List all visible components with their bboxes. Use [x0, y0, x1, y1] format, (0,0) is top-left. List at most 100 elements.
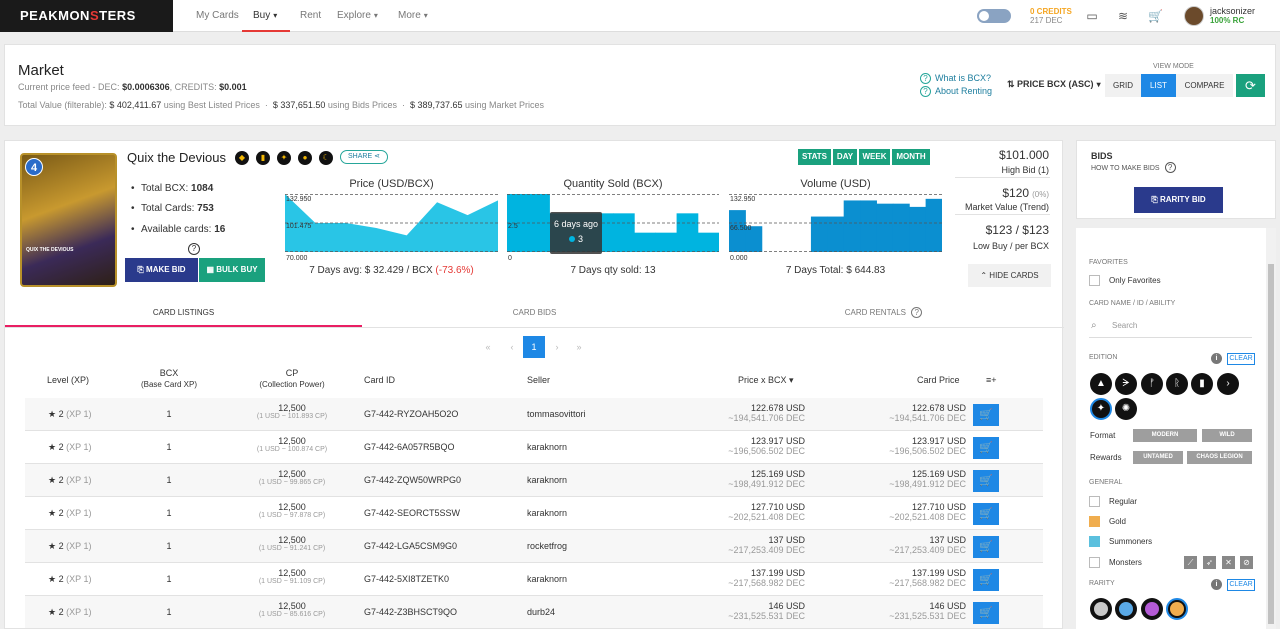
column-menu-icon[interactable]: ≡+: [986, 374, 997, 386]
card-id-cell[interactable]: G7-442-Z3BHSCT9QO: [364, 607, 457, 617]
edition-chaos-icon[interactable]: ✦: [1090, 398, 1112, 420]
page-first[interactable]: «: [477, 336, 499, 358]
buy-cart-button[interactable]: 🛒: [973, 602, 999, 624]
format-modern-button[interactable]: MODERN: [1133, 429, 1197, 442]
cart-icon[interactable]: 🛒: [1148, 9, 1163, 23]
rarity-bid-button[interactable]: ⎘ RARITY BID: [1134, 187, 1223, 213]
table-row[interactable]: ★ 2 (XP 1) 1 12,500 (1 USD ~ 99.865 CP) G7-4…: [25, 464, 1043, 497]
tf-stats-button[interactable]: STATS: [798, 149, 831, 165]
rarity-clear-button[interactable]: CLEAR: [1227, 579, 1255, 591]
only-favorites-checkbox[interactable]: [1089, 275, 1100, 286]
col-cp[interactable]: CP (Collection Power): [247, 367, 337, 391]
what-is-bcx-link[interactable]: ? What is BCX?: [920, 73, 991, 84]
attack-magic-icon[interactable]: ✕: [1222, 556, 1235, 569]
buy-cart-button[interactable]: 🛒: [973, 536, 999, 558]
gold-checkbox[interactable]: [1089, 516, 1100, 527]
tab-card-listings[interactable]: CARD LISTINGS: [5, 299, 362, 327]
seller-cell[interactable]: karaknorn: [527, 475, 567, 485]
theme-toggle[interactable]: [977, 9, 1011, 23]
nav-my-cards[interactable]: My Cards: [196, 0, 239, 32]
tab-card-bids[interactable]: CARD BIDS: [362, 299, 707, 327]
refresh-button[interactable]: ⟳: [1236, 74, 1265, 97]
card-id-cell[interactable]: G7-442-6A057R5BQO: [364, 442, 455, 452]
monsters-checkbox[interactable]: [1089, 557, 1100, 568]
rarity-rare-icon[interactable]: [1115, 598, 1137, 620]
card-id-cell[interactable]: G7-442-ZQW50WRPG0: [364, 475, 461, 485]
info-icon[interactable]: i: [1211, 353, 1222, 364]
rarity-common-icon[interactable]: [1090, 598, 1112, 620]
col-level[interactable]: Level (XP): [47, 374, 89, 386]
card-id-cell[interactable]: G7-442-RYZOAH5O2O: [364, 409, 458, 419]
tf-month-button[interactable]: MONTH: [892, 149, 930, 165]
nav-buy[interactable]: Buy ▾: [242, 0, 290, 32]
col-bcx[interactable]: BCX (Base Card XP): [129, 367, 209, 391]
edition-beta-icon[interactable]: ᗒ: [1115, 373, 1137, 395]
col-card-price[interactable]: Card Price: [917, 374, 960, 386]
table-row[interactable]: ★ 2 (XP 1) 1 12,500 (1 USD ~ 100.874 CP) G7-…: [25, 431, 1043, 464]
card-image[interactable]: 4 QUIX THE DEVIOUS: [20, 153, 117, 287]
page-last[interactable]: »: [568, 336, 590, 358]
how-to-bids-link[interactable]: HOW TO MAKE BIDS ?: [1091, 162, 1180, 173]
layers-icon[interactable]: ≋: [1116, 9, 1130, 23]
seller-cell[interactable]: tommasovittori: [527, 409, 586, 419]
buy-cart-button[interactable]: 🛒: [973, 404, 999, 426]
info-icon[interactable]: i: [1211, 579, 1222, 590]
page-1[interactable]: 1: [523, 336, 545, 358]
edition-clear-button[interactable]: CLEAR: [1227, 353, 1255, 365]
edition-alpha-icon[interactable]: ▲: [1090, 373, 1112, 395]
buy-cart-button[interactable]: 🛒: [973, 503, 999, 525]
view-compare-button[interactable]: COMPARE: [1176, 74, 1233, 97]
rewards-chaos-button[interactable]: CHAOS LEGION: [1187, 451, 1252, 464]
table-row[interactable]: ★ 2 (XP 1) 1 12,500 (1 USD ~ 91.109 CP) G7-4…: [25, 563, 1043, 596]
regular-checkbox[interactable]: [1089, 496, 1100, 507]
card-id-cell[interactable]: G7-442-LGA5CSM9G0: [364, 541, 457, 551]
view-list-button[interactable]: LIST: [1141, 74, 1176, 97]
table-row[interactable]: ★ 2 (XP 1) 1 12,500 (1 USD ~ 97.878 CP) G7-4…: [25, 497, 1043, 530]
rarity-epic-icon[interactable]: [1141, 598, 1163, 620]
page-next[interactable]: ›: [546, 336, 568, 358]
seller-cell[interactable]: karaknorn: [527, 442, 567, 452]
seller-cell[interactable]: durb24: [527, 607, 555, 617]
about-renting-link[interactable]: ? About Renting: [920, 86, 992, 97]
buy-cart-button[interactable]: 🛒: [973, 569, 999, 591]
buy-cart-button[interactable]: 🛒: [973, 470, 999, 492]
hide-cards-button[interactable]: ⌃ HIDE CARDS: [968, 264, 1051, 287]
tf-day-button[interactable]: DAY: [833, 149, 857, 165]
table-row[interactable]: ★ 2 (XP 1) 1 12,500 (1 USD ~ 85.616 CP) G7-4…: [25, 596, 1043, 629]
view-grid-button[interactable]: GRID: [1105, 74, 1141, 97]
edition-promo-icon[interactable]: ᚠ: [1141, 373, 1163, 395]
nav-explore[interactable]: Explore ▾: [337, 0, 378, 32]
tf-week-button[interactable]: WEEK: [859, 149, 890, 165]
logo[interactable]: PEAKMONSTERS: [0, 0, 173, 32]
table-row[interactable]: ★ 2 (XP 1) 1 12,500 (1 USD ~ 91.241 CP) G7-4…: [25, 530, 1043, 563]
no-attack-icon[interactable]: ⊘: [1240, 556, 1253, 569]
format-wild-button[interactable]: WILD: [1202, 429, 1252, 442]
table-row[interactable]: ★ 2 (XP 1) 1 12,500 (1 USD ~ 101.893 CP) G7-…: [25, 398, 1043, 431]
help-icon[interactable]: ?: [188, 243, 200, 255]
seller-cell[interactable]: karaknorn: [527, 508, 567, 518]
card-id-cell[interactable]: G7-442-SEORCT5SSW: [364, 508, 460, 518]
col-card-id[interactable]: Card ID: [364, 374, 395, 386]
attack-ranged-icon[interactable]: ➶: [1203, 556, 1216, 569]
make-bid-button[interactable]: ⎘ MAKE BID: [125, 258, 198, 282]
inbox-icon[interactable]: ▭: [1085, 9, 1099, 23]
tab-card-rentals[interactable]: CARD RENTALS ?: [707, 299, 1064, 327]
col-seller[interactable]: Seller: [527, 374, 550, 386]
edition-reward-icon[interactable]: ᚱ: [1166, 373, 1188, 395]
volume-chart[interactable]: 132.950 66.500 0.000: [729, 194, 942, 262]
attack-melee-icon[interactable]: ⟋: [1184, 556, 1197, 569]
share-button[interactable]: SHARE ⋖: [340, 150, 388, 164]
avatar[interactable]: [1184, 6, 1204, 26]
sort-select[interactable]: ⇅ PRICE BCX (ASC) ▾: [1007, 79, 1101, 90]
scrollbar-thumb[interactable]: [1268, 264, 1274, 624]
bulk-buy-button[interactable]: ▦ BULK BUY: [199, 258, 265, 282]
card-id-cell[interactable]: G7-442-5XI8TZETK0: [364, 574, 449, 584]
col-price-bcx[interactable]: Price x BCX ▾: [738, 374, 794, 386]
search-field[interactable]: ⌕ Search: [1089, 316, 1252, 338]
seller-cell[interactable]: rocketfrog: [527, 541, 567, 551]
summoners-checkbox[interactable]: [1089, 536, 1100, 547]
nav-rent[interactable]: Rent: [300, 0, 321, 32]
price-chart[interactable]: 132.950 101.475 70.000: [285, 194, 498, 262]
rewards-untamed-button[interactable]: UNTAMED: [1133, 451, 1183, 464]
qty-chart[interactable]: 2.50: [507, 194, 719, 262]
